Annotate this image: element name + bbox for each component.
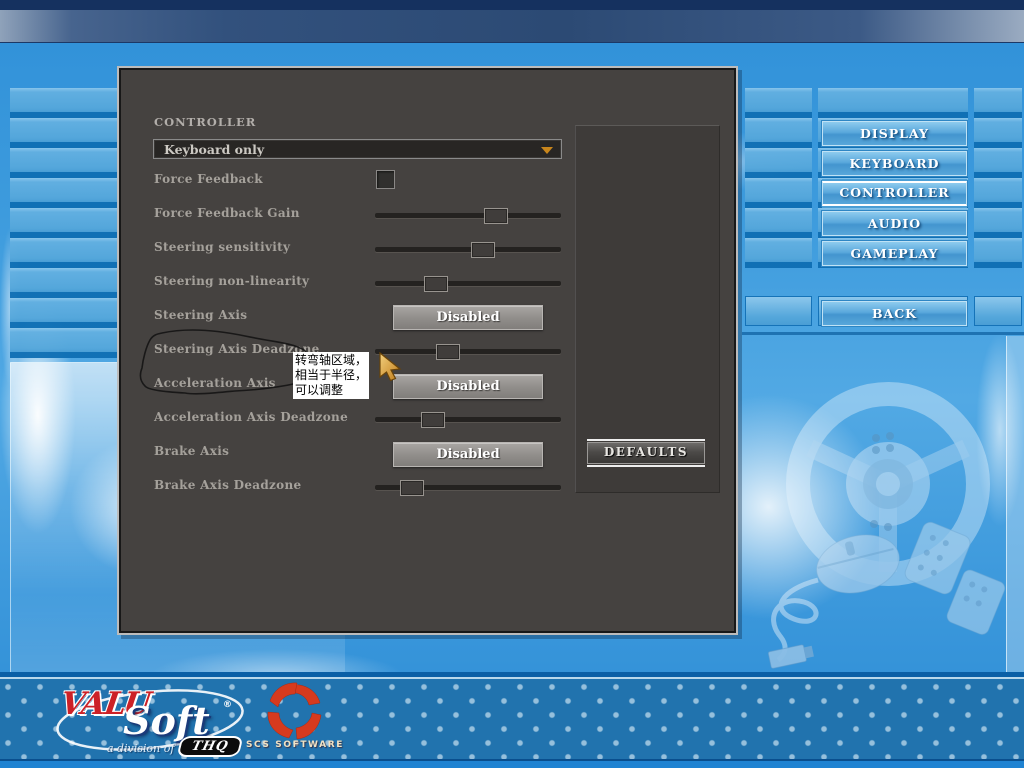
controller-device-select[interactable]: Keyboard only [153,139,562,159]
brake-axis-button[interactable]: Disabled [393,442,543,467]
slider-track [375,281,561,286]
label-brake-axis-deadzone: Brake Axis Deadzone [154,478,301,492]
label-steering-axis: Steering Axis [154,308,247,322]
chevron-down-icon [541,147,553,154]
slider-handle[interactable] [484,208,508,224]
mouse-cursor-icon [378,352,404,382]
slider-handle[interactable] [436,344,460,360]
label-steering-sensitivity: Steering sensitivity [154,240,290,254]
thq-logo: THQ [176,736,243,757]
division-of-text: a division of [107,742,174,755]
slider-handle[interactable] [471,242,495,258]
bg-grid-right-a [745,88,812,268]
controller-device-value: Keyboard only [164,142,264,157]
steering-sensitivity-slider[interactable] [375,242,561,258]
scs-software-text: SCS SOFTWARE [245,740,345,750]
steering-axis-button[interactable]: Disabled [393,305,543,330]
acceleration-axis-button[interactable]: Disabled [393,374,543,399]
valusoft-logo: VALU Soft ® a division of THQ [45,680,255,765]
slider-handle[interactable] [400,480,424,496]
tooltip-line-1: 转弯轴区域， [295,353,367,368]
menu-button-audio[interactable]: AUDIO [822,211,967,236]
label-acceleration-axis-deadzone: Acceleration Axis Deadzone [154,410,348,424]
label-force-feedback-gain: Force Feedback Gain [154,206,300,220]
acceleration-axis-deadzone-slider[interactable] [375,412,561,428]
slider-track [375,417,561,422]
bg-cell-back-row-left [745,296,812,326]
bg-divider-line [742,332,1024,335]
scs-swirl-icon [245,682,345,740]
slider-track [375,213,561,218]
label-force-feedback: Force Feedback [154,172,263,186]
defaults-button[interactable]: DEFAULTS [587,442,705,464]
defaults-button-frame: DEFAULTS [587,439,705,467]
menu-button-gameplay[interactable]: GAMEPLAY [822,241,967,266]
slider-handle[interactable] [424,276,448,292]
slider-handle[interactable] [421,412,445,428]
slider-track [375,247,561,252]
menu-button-display[interactable]: DISPLAY [822,121,967,146]
top-header-bar [0,10,1024,43]
label-steering-non-linearity: Steering non-linearity [154,274,309,288]
menu-button-keyboard[interactable]: KEYBOARD [822,151,967,176]
force-feedback-checkbox[interactable] [376,170,395,189]
dialog-title: CONTROLLER [154,115,256,129]
menu-button-back[interactable]: BACK [822,301,967,326]
bg-cell-back-row-right [974,296,1022,326]
force-feedback-gain-slider[interactable] [375,208,561,224]
tooltip: 转弯轴区域， 相当于半径， 可以调整 [293,352,369,399]
bg-grid-right-c [974,88,1022,268]
registered-mark: ® [223,700,232,710]
brake-axis-deadzone-slider[interactable] [375,480,561,496]
top-navy-strip [0,0,1024,10]
label-brake-axis: Brake Axis [154,444,229,458]
tooltip-line-3: 可以调整 [295,383,367,398]
steering-non-linearity-slider[interactable] [375,276,561,292]
dialog-right-panel [575,125,720,493]
menu-button-controller[interactable]: CONTROLLER [822,181,967,206]
scs-software-logo: SCS SOFTWARE [245,682,345,760]
steering-wheel-artwork [758,372,1020,672]
tooltip-line-2: 相当于半径， [295,368,367,383]
